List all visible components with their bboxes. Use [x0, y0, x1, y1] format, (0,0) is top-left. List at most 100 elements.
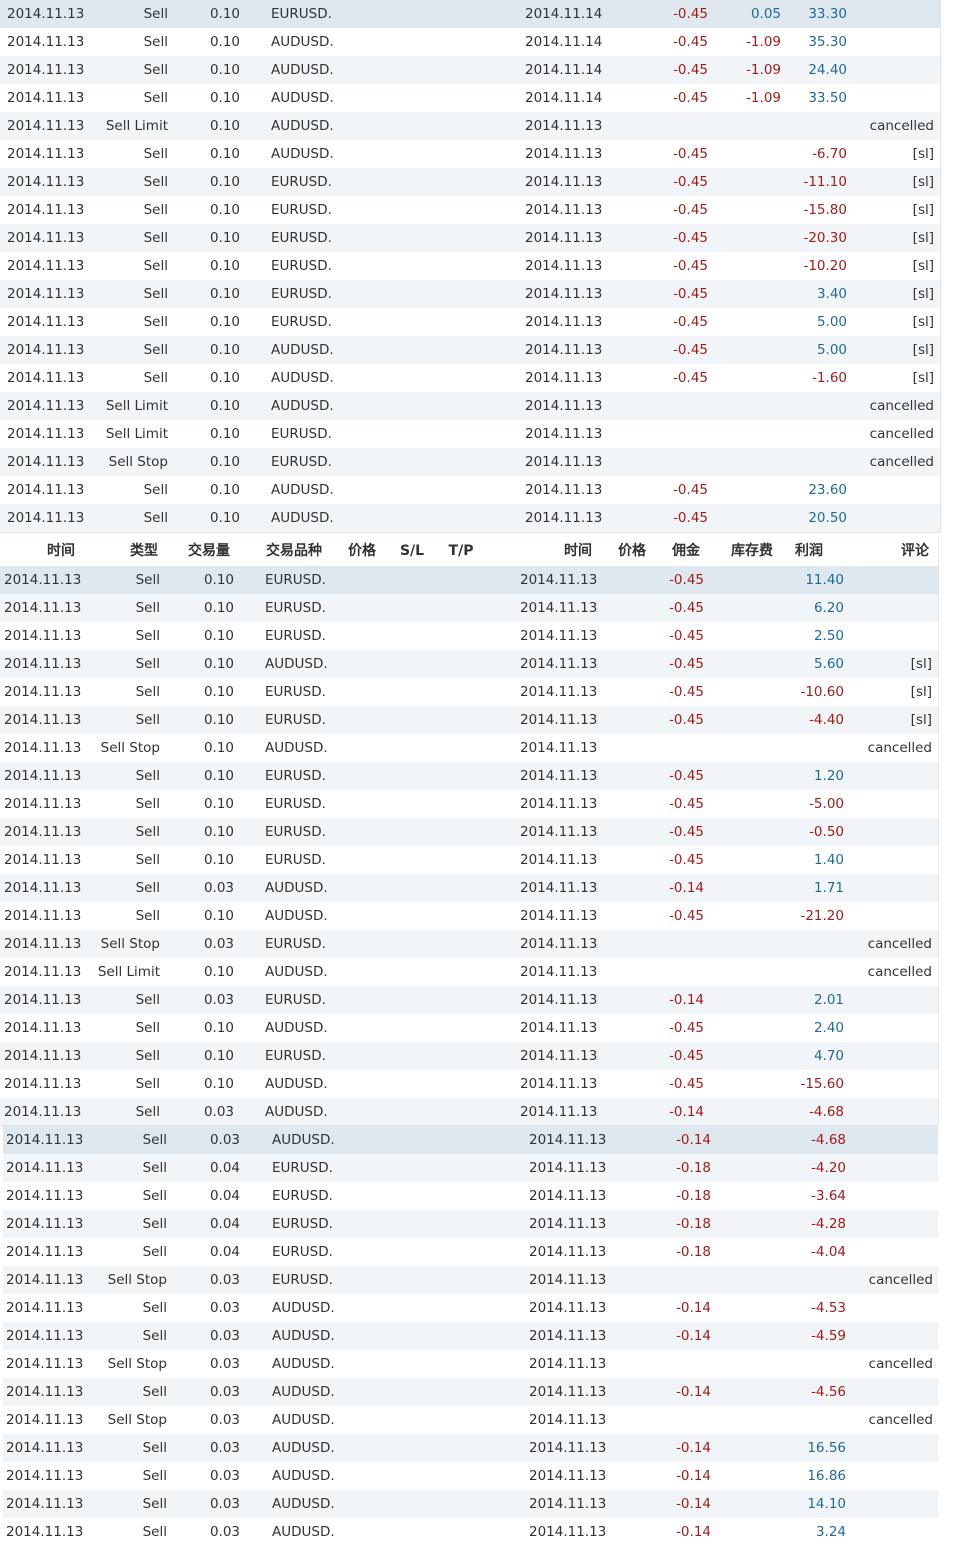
header-commission[interactable]: 佣金 — [658, 536, 714, 566]
table-row[interactable]: 2014.11.13 Sell 0.10 AUDUSD. 2014.11.13 -0.45… — [0, 364, 940, 392]
table-row[interactable]: 2014.11.13 Sell 0.10 EURUSD. 2014.11.13 -0.45… — [0, 224, 940, 252]
header-swap[interactable]: 库存费 — [720, 536, 784, 566]
header-open-price[interactable]: 价格 — [338, 536, 386, 566]
table-row[interactable]: 2014.11.13 Sell 0.10 EURUSD. 2014.11.13 -0.45… — [0, 846, 938, 874]
open-time-cell: 2014.11.13 — [6, 1412, 84, 1428]
type-cell: Sell — [143, 482, 168, 498]
commission-cell: -0.45 — [669, 908, 704, 924]
type-cell: Sell — [142, 1160, 167, 1176]
profit-cell: -21.20 — [800, 908, 844, 924]
table-row[interactable]: 2014.11.13 Sell 0.10 EURUSD. 2014.11.13 -0.45… — [0, 280, 940, 308]
symbol-cell: AUDUSD. — [265, 1020, 328, 1036]
table-row[interactable]: 2014.11.13 Sell 0.10 EURUSD. 2014.11.13 -0.45… — [0, 308, 940, 336]
type-cell: Sell — [143, 230, 168, 246]
header-close-time[interactable]: 时间 — [540, 536, 616, 566]
table-row[interactable]: 2014.11.13 Sell 0.04 EURUSD. 2014.11.13 -0.18… — [3, 1154, 938, 1182]
close-time-cell: 2014.11.13 — [525, 258, 603, 274]
table-row[interactable]: 2014.11.13 Sell 0.04 EURUSD. 2014.11.13 -0.18… — [3, 1210, 938, 1238]
table-row[interactable]: 2014.11.13 Sell Stop 0.03 EURUSD. 2014.11.13… — [3, 1266, 938, 1294]
table-row[interactable]: 2014.11.13 Sell 0.03 AUDUSD. 2014.11.13 -0.14… — [3, 1294, 938, 1322]
table-row[interactable]: 2014.11.13 Sell 0.10 EURUSD. 2014.11.13 -0.45… — [0, 196, 940, 224]
table-row[interactable]: 2014.11.13 Sell 0.03 AUDUSD. 2014.11.13 -0.14… — [3, 1322, 938, 1350]
table-row[interactable]: 2014.11.13 Sell Stop 0.03 AUDUSD. 2014.11.13… — [3, 1350, 938, 1378]
commission-cell: -0.45 — [673, 258, 708, 274]
table-row[interactable]: 2014.11.13 Sell Limit 0.10 AUDUSD. 2014.11.1… — [0, 958, 938, 986]
table-row[interactable]: 2014.11.13 Sell 0.10 EURUSD. 2014.11.13 -0.45… — [0, 1042, 938, 1070]
lots-cell: 0.10 — [203, 796, 234, 812]
table-row[interactable]: 2014.11.13 Sell 0.10 EURUSD. 2014.11.13 -0.45… — [0, 252, 940, 280]
close-time-cell: 2014.11.13 — [520, 852, 598, 868]
symbol-cell: AUDUSD. — [272, 1328, 335, 1344]
table-row[interactable]: 2014.11.13 Sell Stop 0.10 EURUSD. 2014.11.13… — [0, 448, 940, 476]
table-row[interactable]: 2014.11.13 Sell 0.10 AUDUSD. 2014.11.13 -0.45… — [0, 336, 940, 364]
header-sl[interactable]: S/L — [388, 536, 436, 566]
close-time-cell: 2014.11.13 — [525, 370, 603, 386]
type-cell: Sell — [135, 600, 160, 616]
table-row[interactable]: 2014.11.13 Sell 0.10 EURUSD. 2014.11.13 -0.45… — [0, 594, 938, 622]
table-row[interactable]: 2014.11.13 Sell 0.03 AUDUSD. 2014.11.13 -0.14… — [3, 1518, 938, 1546]
comment-cell: [sl] — [910, 656, 932, 672]
table-row[interactable]: 2014.11.13 Sell 0.10 EURUSD. 2014.11.13 -0.45… — [0, 168, 940, 196]
table-row[interactable]: 2014.11.13 Sell 0.03 AUDUSD. 2014.11.13 -0.14… — [3, 1490, 938, 1518]
table-row[interactable]: 2014.11.13 Sell 0.10 EURUSD. 2014.11.14 -0.45… — [0, 0, 940, 28]
header-open-time[interactable]: 时间 — [2, 536, 120, 566]
table-row[interactable]: 2014.11.13 Sell 0.03 AUDUSD. 2014.11.13 -0.14… — [3, 1378, 938, 1406]
header-comment[interactable]: 评论 — [884, 536, 938, 566]
table-row[interactable]: 2014.11.13 Sell 0.03 AUDUSD. 2014.11.13 -0.14… — [3, 1126, 938, 1154]
table-row[interactable]: 2014.11.13 Sell 0.10 EURUSD. 2014.11.13 -0.45… — [0, 706, 938, 734]
type-cell: Sell — [135, 824, 160, 840]
profit-cell: -1.60 — [812, 370, 847, 386]
table-row[interactable]: 2014.11.13 Sell 0.10 AUDUSD. 2014.11.14 -0.45… — [0, 56, 940, 84]
table-row[interactable]: 2014.11.13 Sell 0.03 EURUSD. 2014.11.13 -0.14… — [0, 986, 938, 1014]
lots-cell: 0.10 — [209, 370, 240, 386]
lots-cell: 0.10 — [203, 600, 234, 616]
profit-cell: -10.60 — [800, 684, 844, 700]
symbol-cell: AUDUSD. — [265, 656, 328, 672]
table-row[interactable]: 2014.11.13 Sell 0.03 AUDUSD. 2014.11.13 -0.14… — [0, 874, 938, 902]
table-row[interactable]: 2014.11.13 Sell 0.10 AUDUSD. 2014.11.14 -0.45… — [0, 84, 940, 112]
table-row[interactable]: 2014.11.13 Sell Limit 0.10 AUDUSD. 2014.11.1… — [0, 392, 940, 420]
table-row[interactable]: 2014.11.13 Sell 0.10 AUDUSD. 2014.11.14 -0.45… — [0, 28, 940, 56]
table-row[interactable]: 2014.11.13 Sell 0.03 AUDUSD. 2014.11.13 -0.14… — [0, 1098, 938, 1125]
header-lots[interactable]: 交易量 — [176, 536, 242, 566]
table-row[interactable]: 2014.11.13 Sell Limit 0.10 AUDUSD. 2014.11.1… — [0, 112, 940, 140]
table-row[interactable]: 2014.11.13 Sell 0.10 EURUSD. 2014.11.13 -0.45… — [0, 678, 938, 706]
table-row[interactable]: 2014.11.13 Sell 0.04 EURUSD. 2014.11.13 -0.18… — [3, 1238, 938, 1266]
table-row[interactable]: 2014.11.13 Sell 0.10 AUDUSD. 2014.11.13 -0.45… — [0, 1014, 938, 1042]
table-row[interactable]: 2014.11.13 Sell 0.10 AUDUSD. 2014.11.13 -0.45… — [0, 504, 940, 532]
table-row[interactable]: 2014.11.13 Sell Stop 0.03 EURUSD. 2014.11.13… — [0, 930, 938, 958]
header-profit[interactable]: 利润 — [778, 536, 840, 566]
table-row[interactable]: 2014.11.13 Sell 0.10 EURUSD. 2014.11.13 -0.45… — [0, 622, 938, 650]
table-row[interactable]: 2014.11.13 Sell 0.10 AUDUSD. 2014.11.13 -0.45… — [0, 902, 938, 930]
table-row[interactable]: 2014.11.13 Sell 0.10 AUDUSD. 2014.11.13 -0.45… — [0, 650, 938, 678]
commission-cell: -0.45 — [669, 768, 704, 784]
lots-cell: 0.03 — [209, 1496, 240, 1512]
table-row[interactable]: 2014.11.13 Sell 0.10 AUDUSD. 2014.11.13 -0.45… — [0, 140, 940, 168]
header-type[interactable]: 类型 — [112, 536, 176, 566]
symbol-cell: EURUSD. — [271, 454, 332, 470]
header-symbol[interactable]: 交易品种 — [254, 536, 334, 566]
table-row[interactable]: 2014.11.13 Sell Limit 0.10 EURUSD. 2014.11.1… — [0, 420, 940, 448]
table-row[interactable]: 2014.11.13 Sell 0.03 AUDUSD. 2014.11.13 -0.14… — [3, 1462, 938, 1490]
open-time-cell: 2014.11.13 — [7, 202, 85, 218]
open-time-cell: 2014.11.13 — [4, 712, 82, 728]
table-row[interactable]: 2014.11.13 Sell 0.10 EURUSD. 2014.11.13 -0.45… — [0, 790, 938, 818]
table-row[interactable]: 2014.11.13 Sell 0.10 EURUSD. 2014.11.13 -0.45… — [0, 762, 938, 790]
table-row[interactable]: 2014.11.13 Sell 0.10 AUDUSD. 2014.11.13 -0.45… — [0, 1070, 938, 1098]
table-row[interactable]: 2014.11.13 Sell 0.10 EURUSD. 2014.11.13 -0.45… — [0, 566, 938, 594]
symbol-cell: EURUSD. — [271, 174, 332, 190]
table-row[interactable]: 2014.11.13 Sell 0.03 AUDUSD. 2014.11.13 -0.14… — [3, 1434, 938, 1462]
lots-cell: 0.04 — [209, 1188, 240, 1204]
table-row[interactable]: 2014.11.13 Sell 0.04 EURUSD. 2014.11.13 -0.18… — [3, 1182, 938, 1210]
lots-cell: 0.04 — [209, 1216, 240, 1232]
table-row[interactable]: 2014.11.13 Sell Stop 0.03 AUDUSD. 2014.11.13… — [3, 1406, 938, 1434]
lots-cell: 0.03 — [209, 1412, 240, 1428]
table-row[interactable]: 2014.11.13 Sell 0.10 EURUSD. 2014.11.13 -0.45… — [0, 818, 938, 846]
table-row[interactable]: 2014.11.13 Sell Stop 0.10 AUDUSD. 2014.11.13… — [0, 734, 938, 762]
lots-cell: 0.03 — [209, 1440, 240, 1456]
header-tp[interactable]: T/P — [436, 536, 486, 566]
commission-cell: -0.18 — [676, 1188, 711, 1204]
header-close-price[interactable]: 价格 — [606, 536, 658, 566]
table-row[interactable]: 2014.11.13 Sell 0.10 AUDUSD. 2014.11.13 -0.45… — [0, 476, 940, 504]
comment-cell: cancelled — [867, 936, 932, 952]
